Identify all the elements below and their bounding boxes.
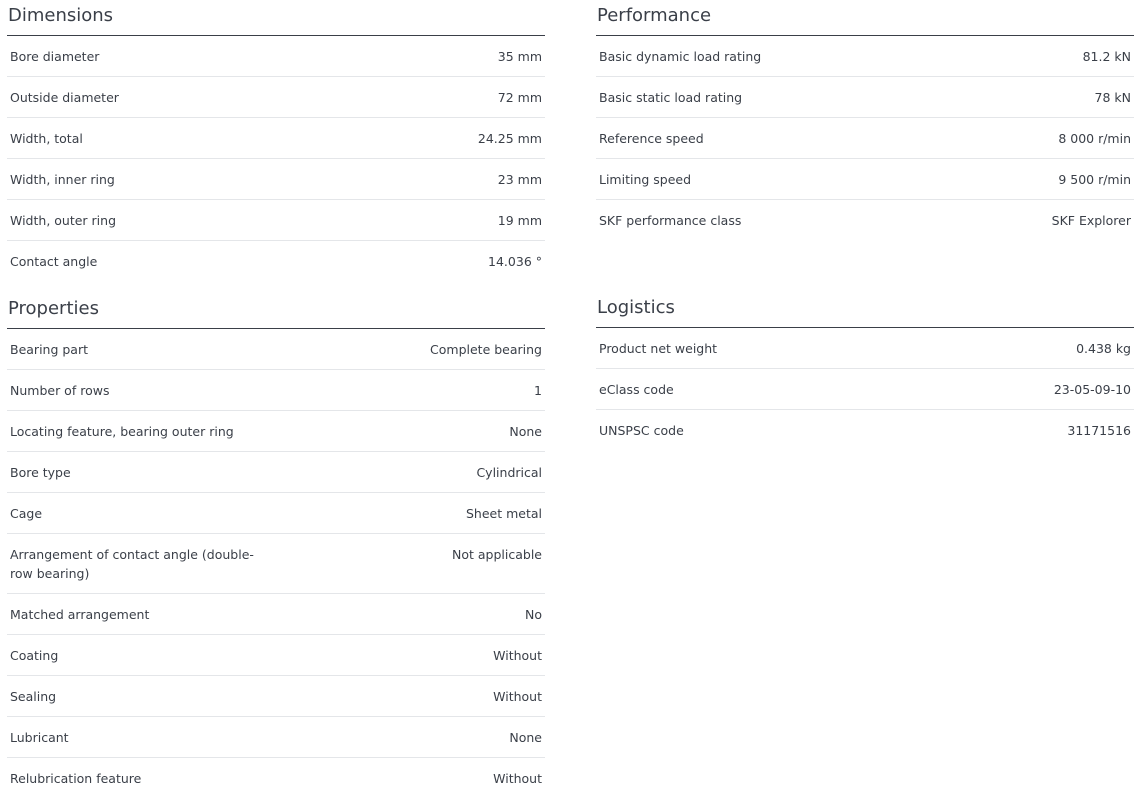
spec-value: 8 000 r/min — [1058, 131, 1131, 146]
spec-row-width-inner-ring: Width, inner ring 23 mm — [7, 159, 545, 200]
spec-value: Without — [493, 771, 542, 786]
spec-value: No — [525, 607, 542, 622]
spec-label: Sealing — [10, 689, 57, 704]
spec-row-relubrication-feature: Relubrication feature Without — [7, 758, 545, 798]
left-column: Dimensions Bore diameter 35 mm Outside d… — [7, 0, 545, 798]
spec-row-limiting-speed: Limiting speed 9 500 r/min — [596, 159, 1134, 200]
spec-row-coating: Coating Without — [7, 635, 545, 676]
spec-label: Basic dynamic load rating — [599, 49, 762, 64]
spec-value: 24.25 mm — [477, 131, 542, 146]
spec-label: Product net weight — [599, 340, 718, 356]
spec-label: Limiting speed — [599, 172, 692, 187]
spec-row-number-of-rows: Number of rows 1 — [7, 370, 545, 411]
spec-label: Width, outer ring — [10, 213, 117, 228]
spec-label: Outside diameter — [10, 90, 119, 105]
spec-row-performance-class: SKF performance class SKF Explorer — [596, 200, 1134, 240]
spec-row-eclass-code: eClass code 23-05-09-10 — [596, 369, 1134, 410]
spec-label: Reference speed — [599, 131, 704, 146]
spec-row-contact-angle: Contact angle 14.036 ° — [7, 241, 545, 281]
spec-row-arrangement-contact-angle: Arrangement of contact angle (double-row… — [7, 534, 545, 594]
spec-row-bore-diameter: Bore diameter 35 mm — [7, 36, 545, 77]
spec-row-lubricant: Lubricant None — [7, 717, 545, 758]
spec-value: 9 500 r/min — [1058, 172, 1131, 187]
spec-value: 19 mm — [497, 213, 542, 228]
spec-label: Bore type — [10, 465, 71, 480]
spec-value: 31171516 — [1067, 422, 1131, 438]
logistics-title: Logistics — [596, 292, 1134, 328]
spec-label: Width, total — [10, 131, 83, 146]
spec-row-reference-speed: Reference speed 8 000 r/min — [596, 118, 1134, 159]
spec-value: SKF Explorer — [1051, 213, 1131, 228]
spec-label: Coating — [10, 648, 59, 663]
properties-section: Properties Bearing part Complete bearing… — [7, 293, 545, 798]
spec-label: Bore diameter — [10, 49, 100, 64]
spec-value: None — [509, 424, 542, 439]
spec-value: 35 mm — [497, 49, 542, 64]
spec-label: Relubrication feature — [10, 771, 142, 786]
spec-row-width-total: Width, total 24.25 mm — [7, 118, 545, 159]
performance-title: Performance — [596, 0, 1134, 36]
spec-value: Without — [493, 689, 542, 704]
spec-label: Locating feature, bearing outer ring — [10, 424, 234, 439]
spec-label: UNSPSC code — [599, 422, 684, 438]
spec-value: 23-05-09-10 — [1053, 381, 1131, 397]
spec-value: Not applicable — [452, 547, 542, 562]
logistics-section: Logistics Product net weight 0.438 kg eC… — [596, 292, 1134, 450]
spec-value: 1 — [534, 383, 542, 398]
spec-row-static-load-rating: Basic static load rating 78 kN — [596, 77, 1134, 118]
spec-label: Matched arrangement — [10, 607, 150, 622]
spec-row-width-outer-ring: Width, outer ring 19 mm — [7, 200, 545, 241]
spec-label: Bearing part — [10, 342, 89, 357]
spec-value: None — [509, 730, 542, 745]
spec-row-outside-diameter: Outside diameter 72 mm — [7, 77, 545, 118]
spec-value: Sheet metal — [465, 506, 542, 521]
spec-value: 23 mm — [497, 172, 542, 187]
dimensions-section: Dimensions Bore diameter 35 mm Outside d… — [7, 0, 545, 281]
spec-value: 78 kN — [1094, 90, 1131, 105]
spec-row-cage: Cage Sheet metal — [7, 493, 545, 534]
right-column: Performance Basic dynamic load rating 81… — [596, 0, 1134, 450]
spec-row-locating-feature: Locating feature, bearing outer ring Non… — [7, 411, 545, 452]
spec-value: 0.438 kg — [1076, 340, 1131, 356]
spec-row-bearing-part: Bearing part Complete bearing — [7, 329, 545, 370]
properties-title: Properties — [7, 293, 545, 329]
spec-row-bore-type: Bore type Cylindrical — [7, 452, 545, 493]
spec-label: eClass code — [599, 381, 674, 397]
spec-value: 72 mm — [497, 90, 542, 105]
dimensions-title: Dimensions — [7, 0, 545, 36]
spec-value: Cylindrical — [476, 465, 542, 480]
spec-row-dynamic-load-rating: Basic dynamic load rating 81.2 kN — [596, 36, 1134, 77]
spec-label: Contact angle — [10, 254, 98, 269]
performance-section: Performance Basic dynamic load rating 81… — [596, 0, 1134, 240]
spec-value: Without — [493, 648, 542, 663]
spec-row-net-weight: Product net weight 0.438 kg — [596, 328, 1134, 369]
spec-label: Basic static load rating — [599, 90, 743, 105]
spec-label: SKF performance class — [599, 213, 742, 228]
spec-value: Complete bearing — [430, 342, 542, 357]
spec-label: Arrangement of contact angle (double-row… — [10, 547, 254, 581]
spec-value: 81.2 kN — [1082, 49, 1131, 64]
spec-label: Width, inner ring — [10, 172, 115, 187]
spec-value: 14.036 ° — [488, 254, 542, 269]
spec-row-unspsc-code: UNSPSC code 31171516 — [596, 410, 1134, 450]
spec-row-sealing: Sealing Without — [7, 676, 545, 717]
spec-label: Number of rows — [10, 383, 110, 398]
spec-row-matched-arrangement: Matched arrangement No — [7, 594, 545, 635]
spec-label: Lubricant — [10, 730, 69, 745]
spec-label: Cage — [10, 506, 43, 521]
